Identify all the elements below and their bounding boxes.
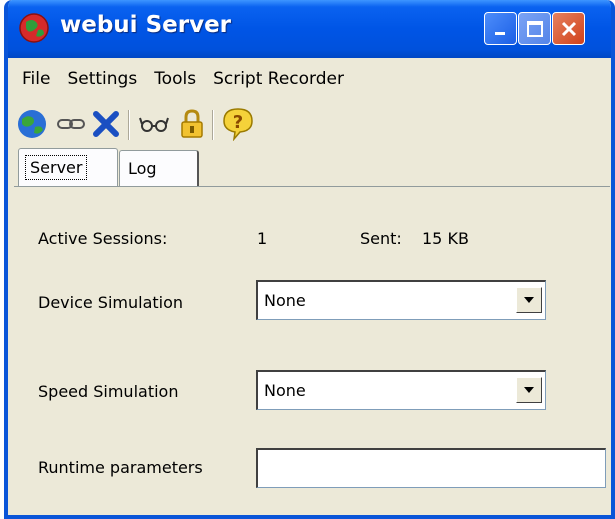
link-button[interactable]: [54, 106, 90, 142]
dropdown-button[interactable]: [516, 287, 542, 313]
glasses-icon: [139, 117, 169, 132]
speed-simulation-value: None: [264, 381, 306, 400]
main-window: webui Server File Settings Tools Script …: [4, 0, 615, 519]
link-icon: [57, 119, 85, 129]
toolbar-separator: [212, 110, 214, 140]
server-panel: Active Sessions: 1 Sent: 15 KB Device Si…: [14, 186, 610, 515]
delete-button[interactable]: [88, 106, 124, 142]
tab-log-label: Log: [128, 159, 157, 178]
active-sessions-value: 1: [257, 229, 268, 248]
sent-value: 15 KB: [422, 229, 469, 248]
tab-server-label: Server: [25, 155, 88, 180]
device-simulation-label: Device Simulation: [38, 293, 184, 312]
lock-button[interactable]: [174, 106, 210, 142]
menu-bar: File Settings Tools Script Recorder: [8, 58, 611, 100]
title-bar[interactable]: webui Server: [8, 0, 611, 58]
help-button[interactable]: ?: [220, 106, 256, 142]
chevron-down-icon: [524, 297, 534, 303]
help-icon: ?: [223, 108, 253, 141]
globe-button[interactable]: [14, 106, 50, 142]
window-title: webui Server: [60, 12, 232, 38]
delete-icon: [93, 111, 119, 137]
dropdown-button[interactable]: [516, 377, 542, 403]
device-simulation-select[interactable]: None: [256, 280, 546, 320]
speed-simulation-label: Speed Simulation: [38, 382, 179, 401]
svg-text:?: ?: [233, 112, 243, 133]
chevron-down-icon: [524, 387, 534, 393]
tab-server[interactable]: Server: [18, 148, 118, 186]
tab-strip: Server Log: [8, 148, 611, 186]
minimize-button[interactable]: [484, 12, 517, 45]
view-button[interactable]: [136, 106, 172, 142]
speed-simulation-select[interactable]: None: [256, 370, 546, 410]
menu-file[interactable]: File: [22, 69, 50, 89]
maximize-icon: [526, 20, 543, 37]
device-simulation-value: None: [264, 291, 306, 310]
menu-settings[interactable]: Settings: [67, 69, 137, 89]
maximize-button[interactable]: [518, 12, 551, 45]
close-icon: [561, 21, 576, 36]
menu-tools[interactable]: Tools: [154, 69, 196, 89]
close-button[interactable]: [552, 12, 585, 45]
globe-icon: [18, 110, 46, 138]
globe-app-icon: [18, 12, 50, 44]
toolbar: ?: [8, 100, 611, 148]
menu-script-recorder[interactable]: Script Recorder: [213, 69, 344, 89]
toolbar-separator: [128, 110, 130, 140]
sent-label: Sent:: [360, 229, 402, 248]
minimize-icon: [494, 31, 505, 35]
runtime-parameters-label: Runtime parameters: [38, 458, 203, 477]
lock-icon: [181, 109, 203, 138]
runtime-parameters-input[interactable]: [256, 448, 606, 488]
active-sessions-label: Active Sessions:: [38, 229, 168, 248]
tab-log[interactable]: Log: [119, 150, 199, 186]
